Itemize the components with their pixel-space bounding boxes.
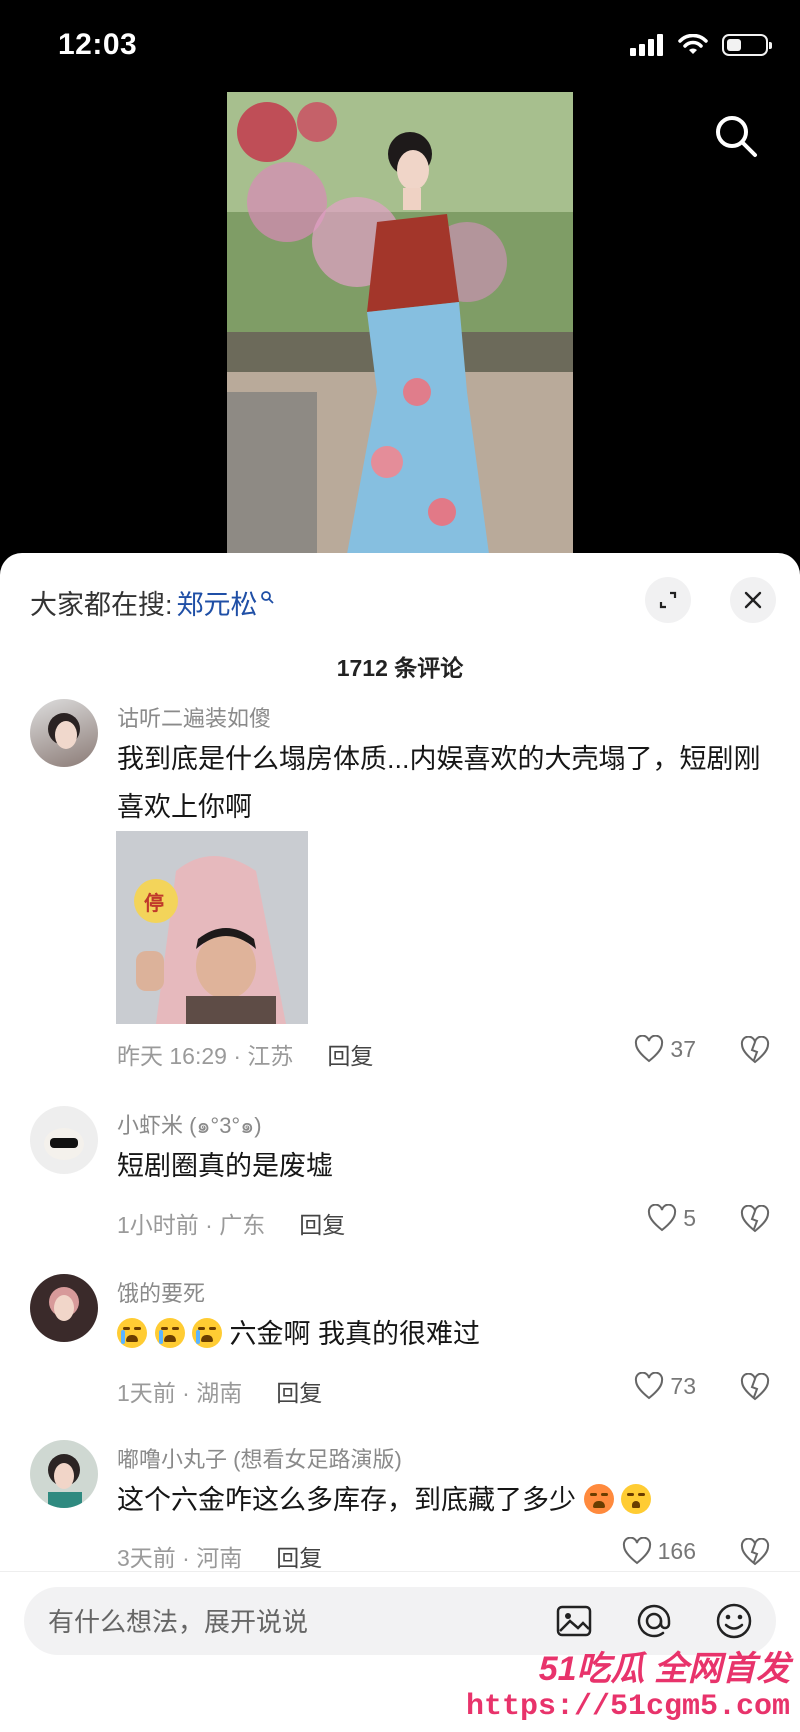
heart-icon (648, 1204, 677, 1232)
comments-sheet: 大家都在搜: 郑元松 1712 条评论 诂听二遍装如傻 我到底是什么塌房体质..… (0, 553, 800, 1731)
comment-image-graphic (116, 831, 308, 1024)
search-icon[interactable] (712, 112, 760, 160)
wifi-icon (678, 34, 708, 54)
reply-button[interactable]: 回复 (299, 1206, 345, 1240)
search-small-icon (260, 590, 274, 604)
comment-image[interactable]: 停 (116, 831, 308, 1024)
photo-illustration (227, 92, 573, 554)
avatar-image (48, 1454, 82, 1508)
image-icon[interactable] (554, 1601, 594, 1641)
heart-icon (622, 1537, 651, 1565)
comment-text: 六金啊 我真的很难过 (229, 1319, 481, 1349)
comment-username[interactable]: 诂听二遍装如傻 (117, 701, 271, 733)
status-time: 12:03 (58, 28, 138, 61)
comment-text: 短剧圈真的是废墟 (117, 1151, 333, 1181)
avatar-image (48, 713, 80, 749)
watermark-url: https://51cgm5.com (465, 1690, 790, 1724)
status-bar: 12:03 (0, 0, 800, 95)
dislike-icon[interactable] (740, 1373, 770, 1401)
like-button[interactable]: 166 (622, 1537, 696, 1565)
like-count: 166 (657, 1537, 696, 1564)
comment-meta: 1小时前 · 广东 回复 (117, 1206, 345, 1240)
comment-time-location: 昨天 16:29 · 江苏 (117, 1043, 294, 1069)
comment-time-location: 3天前 · 河南 (117, 1545, 243, 1571)
avatar[interactable] (30, 1440, 98, 1508)
heart-icon (635, 1035, 664, 1063)
like-count: 5 (683, 1204, 696, 1231)
avatar[interactable] (30, 1274, 98, 1342)
avatar[interactable] (30, 1106, 98, 1174)
crying-emoji-icon (192, 1318, 223, 1348)
heart-icon (635, 1372, 664, 1400)
video-photo[interactable] (227, 92, 573, 554)
watermark-brand: 51吃瓜 全网首发 (538, 1650, 790, 1688)
trending-prefix: 大家都在搜: (30, 590, 173, 620)
close-icon (744, 591, 762, 609)
watermark: 51吃瓜 全网首发 https://51cgm5.com (466, 1641, 790, 1724)
comment-username[interactable]: 饿的要死 (117, 1276, 205, 1308)
comment-text: 我到底是什么塌房体质...内娱喜欢的大壳塌了，短剧刚喜欢上你啊 (117, 744, 761, 822)
avatar-image (44, 1128, 84, 1160)
crying-emoji-icon (154, 1318, 185, 1348)
reply-button[interactable]: 回复 (276, 1374, 322, 1408)
dislike-icon[interactable] (740, 1036, 770, 1064)
like-button[interactable]: 37 (634, 1035, 696, 1063)
emoji-icon[interactable] (714, 1601, 754, 1641)
sign-text: 停 (144, 893, 164, 915)
trending-search[interactable]: 大家都在搜: 郑元松 (30, 583, 274, 622)
comment-username[interactable]: 小虾米 (๑°3°๑) (117, 1108, 262, 1143)
reply-button[interactable]: 回复 (327, 1037, 373, 1071)
comment-text: 这个六金咋这么多库存，到底藏了多少 (117, 1485, 576, 1515)
comment-text-row: 六金啊 我真的很难过 (117, 1310, 767, 1358)
comment-meta: 3天前 · 河南 回复 (117, 1539, 322, 1573)
comment-time-location: 1小时前 · 广东 (117, 1212, 266, 1238)
battery-icon (722, 34, 772, 56)
crying-emoji-icon (583, 1484, 614, 1514)
avatar-image (49, 1287, 79, 1321)
comment-text-row: 这个六金咋这么多库存，到底藏了多少 (117, 1476, 767, 1524)
like-count: 37 (670, 1035, 696, 1062)
comment-meta: 昨天 16:29 · 江苏 回复 (117, 1037, 373, 1071)
dislike-icon[interactable] (740, 1205, 770, 1233)
mention-icon[interactable] (634, 1601, 674, 1641)
like-button[interactable]: 5 (647, 1204, 696, 1232)
comment-username[interactable]: 嘟噜小丸子 (想看女足路演版) (117, 1442, 402, 1474)
expand-button[interactable] (645, 577, 691, 623)
crying-emoji-icon (117, 1318, 147, 1348)
reply-button[interactable]: 回复 (276, 1539, 322, 1573)
thinking-emoji-icon (621, 1484, 652, 1514)
comment-input-bar: 51吃瓜 全网首发 https://51cgm5.com (0, 1571, 800, 1732)
avatar[interactable] (30, 699, 98, 767)
dislike-icon[interactable] (740, 1538, 770, 1566)
comment-count: 1712 条评论 (336, 655, 464, 681)
trending-keyword[interactable]: 郑元松 (177, 583, 258, 622)
comment-meta: 1天前 · 湖南 回复 (117, 1374, 322, 1408)
comment-time-location: 1天前 · 湖南 (117, 1380, 243, 1406)
close-button[interactable] (730, 577, 776, 623)
expand-icon (659, 591, 677, 609)
signal-icon (630, 34, 663, 56)
comment-input[interactable] (46, 1587, 530, 1657)
like-button[interactable]: 73 (634, 1372, 696, 1400)
like-count: 73 (670, 1372, 696, 1399)
